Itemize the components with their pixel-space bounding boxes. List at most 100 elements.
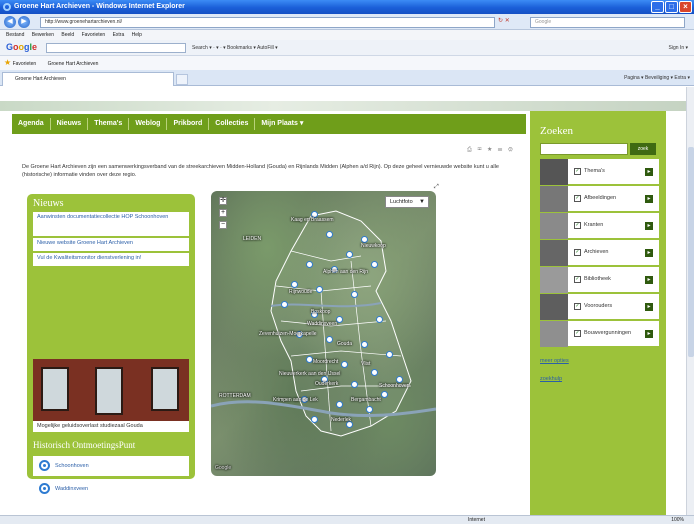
- map-marker-icon[interactable]: [326, 336, 333, 343]
- map-marker-icon[interactable]: [336, 401, 343, 408]
- minimize-button[interactable]: _: [651, 1, 664, 13]
- more-options-link[interactable]: meer opties: [540, 358, 569, 364]
- intro-text: De Groene Hart Archieven zijn een samenw…: [22, 164, 499, 178]
- expand-icon[interactable]: ▸: [645, 249, 653, 257]
- hop-item-schoonhoven[interactable]: Schoonhoven: [33, 456, 189, 476]
- search-help-link[interactable]: zoekhulp: [540, 376, 562, 382]
- map-marker-icon[interactable]: [371, 261, 378, 268]
- news-photo-caption[interactable]: Mogelijke geluidsoverlast studiezaal Gou…: [33, 421, 189, 432]
- map-type-label: Luchtfoto: [390, 199, 413, 205]
- theme-row-themas[interactable]: ✓ Thema's ▸: [540, 159, 659, 185]
- map-marker-icon[interactable]: [371, 369, 378, 376]
- nav-collecties[interactable]: Collecties: [209, 118, 256, 130]
- nav-weblog[interactable]: Weblog: [129, 118, 168, 130]
- map-pan-icon[interactable]: ✛: [219, 197, 227, 205]
- map-marker-icon[interactable]: [346, 251, 353, 258]
- close-button[interactable]: ×: [679, 1, 692, 13]
- favorites-button[interactable]: Favorieten: [13, 61, 37, 67]
- map-marker-icon[interactable]: [306, 261, 313, 268]
- zoom-level[interactable]: 100%: [671, 516, 684, 524]
- hop-item-waddinxveen[interactable]: Waddinxveen: [33, 479, 189, 499]
- map-type-select[interactable]: Luchtfoto ▼: [385, 196, 429, 208]
- map-marker-icon[interactable]: [361, 236, 368, 243]
- map-marker-icon[interactable]: [351, 291, 358, 298]
- checkbox-icon[interactable]: ✓: [574, 195, 581, 202]
- refresh-stop-icon[interactable]: ↻ ✕: [498, 17, 510, 24]
- news-item[interactable]: Aanwinsten documentatiecollectie HOP Sch…: [33, 212, 189, 236]
- region-map[interactable]: ✛ + − Luchtfoto ▼ LEIDEN Kaag en Braasse…: [211, 191, 436, 476]
- theme-row-voorouders[interactable]: ✓ Voorouders ▸: [540, 294, 659, 320]
- menu-bestand[interactable]: Bestand: [6, 32, 24, 38]
- map-expand-icon[interactable]: ⤢: [434, 184, 439, 191]
- checkbox-icon[interactable]: ✓: [574, 303, 581, 310]
- browser-search-input[interactable]: Google: [530, 17, 685, 28]
- checkbox-icon[interactable]: ✓: [574, 249, 581, 256]
- map-marker-icon[interactable]: [386, 351, 393, 358]
- checkbox-icon[interactable]: ✓: [574, 168, 581, 175]
- menu-beeld[interactable]: Beeld: [61, 32, 74, 38]
- map-marker-icon[interactable]: [381, 391, 388, 398]
- vertical-scrollbar[interactable]: [686, 87, 694, 515]
- favorites-item[interactable]: Groene Hart Archieven: [48, 61, 99, 67]
- map-marker-icon[interactable]: [361, 341, 368, 348]
- expand-icon[interactable]: ▸: [645, 276, 653, 284]
- map-label: ROTTERDAM: [219, 393, 251, 399]
- map-marker-icon[interactable]: [351, 381, 358, 388]
- theme-row-bibliotheek[interactable]: ✓ Bibliotheek ▸: [540, 267, 659, 293]
- tab-groene-hart[interactable]: Groene Hart Archieven: [2, 72, 174, 86]
- google-search-input[interactable]: [46, 43, 186, 53]
- theme-row-bouwvergunningen[interactable]: ✓ Bouwvergunningen ▸: [540, 321, 659, 347]
- expand-icon[interactable]: ▸: [645, 168, 653, 176]
- map-marker-icon[interactable]: [316, 286, 323, 293]
- map-marker-icon[interactable]: [366, 406, 373, 413]
- back-icon[interactable]: ◀: [4, 16, 16, 28]
- expand-icon[interactable]: ▸: [645, 330, 653, 338]
- checkbox-icon[interactable]: ✓: [574, 330, 581, 337]
- maximize-button[interactable]: □: [665, 1, 678, 13]
- checkbox-icon[interactable]: ✓: [574, 222, 581, 229]
- theme-row-afbeeldingen[interactable]: ✓ Afbeeldingen ▸: [540, 186, 659, 212]
- expand-icon[interactable]: ▸: [645, 222, 653, 230]
- google-signin-button[interactable]: Sign In ▾: [669, 43, 688, 53]
- menu-bewerken[interactable]: Bewerken: [32, 32, 54, 38]
- menu-help[interactable]: Help: [132, 32, 142, 38]
- checkbox-icon[interactable]: ✓: [574, 276, 581, 283]
- nav-themas[interactable]: Thema's: [88, 118, 130, 130]
- menu-favorieten[interactable]: Favorieten: [82, 32, 106, 38]
- map-marker-icon[interactable]: [311, 416, 318, 423]
- map-marker-icon[interactable]: [306, 356, 313, 363]
- news-item[interactable]: Nieuwe website Groene Hart Archieven: [33, 238, 189, 251]
- theme-row-archieven[interactable]: ✓ Archieven ▸: [540, 240, 659, 266]
- nav-mijn-plaats[interactable]: Mijn Plaats ▾: [255, 118, 309, 130]
- expand-icon[interactable]: ▸: [645, 195, 653, 203]
- command-bar[interactable]: Pagina ▾ Beveiliging ▾ Extra ▾: [624, 73, 690, 83]
- site-search-button[interactable]: zoek: [630, 143, 656, 155]
- site-search-input[interactable]: [540, 143, 628, 155]
- address-input[interactable]: http://www.groenehartarchieven.nl/: [40, 17, 495, 28]
- map-marker-icon[interactable]: [291, 281, 298, 288]
- expand-icon[interactable]: ▸: [645, 303, 653, 311]
- map-marker-icon[interactable]: [281, 301, 288, 308]
- favorites-star-icon[interactable]: ★: [4, 58, 11, 67]
- theme-label: Archieven: [584, 249, 609, 255]
- map-zoom-in-button[interactable]: +: [219, 209, 227, 217]
- map-zoom-out-button[interactable]: −: [219, 221, 227, 229]
- menu-extra[interactable]: Extra: [113, 32, 125, 38]
- forward-icon[interactable]: ▶: [18, 16, 30, 28]
- nav-agenda[interactable]: Agenda: [12, 118, 51, 130]
- nav-prikbord[interactable]: Prikbord: [167, 118, 210, 130]
- scrollbar-thumb[interactable]: [688, 147, 694, 357]
- google-toolbar-tools[interactable]: Search ▾ · ▾ · ▾ Bookmarks ▾ AutoFill ▾: [192, 43, 278, 53]
- nav-nieuws[interactable]: Nieuws: [51, 118, 89, 130]
- map-marker-icon[interactable]: [376, 316, 383, 323]
- new-tab-button[interactable]: [176, 74, 188, 85]
- theme-row-kranten[interactable]: ✓ Kranten ▸: [540, 213, 659, 239]
- location-marker-icon: [39, 483, 50, 494]
- map-marker-icon[interactable]: [326, 231, 333, 238]
- map-marker-icon[interactable]: [396, 376, 403, 383]
- page-tools-icons[interactable]: ⎙ ✉ ★ ☰ ⚙: [467, 147, 515, 154]
- news-item[interactable]: Vul de Kwaliteitsmonitor dienstverlening…: [33, 253, 189, 266]
- news-photo[interactable]: [33, 359, 189, 421]
- map-marker-icon[interactable]: [341, 361, 348, 368]
- theme-photo: [540, 159, 568, 185]
